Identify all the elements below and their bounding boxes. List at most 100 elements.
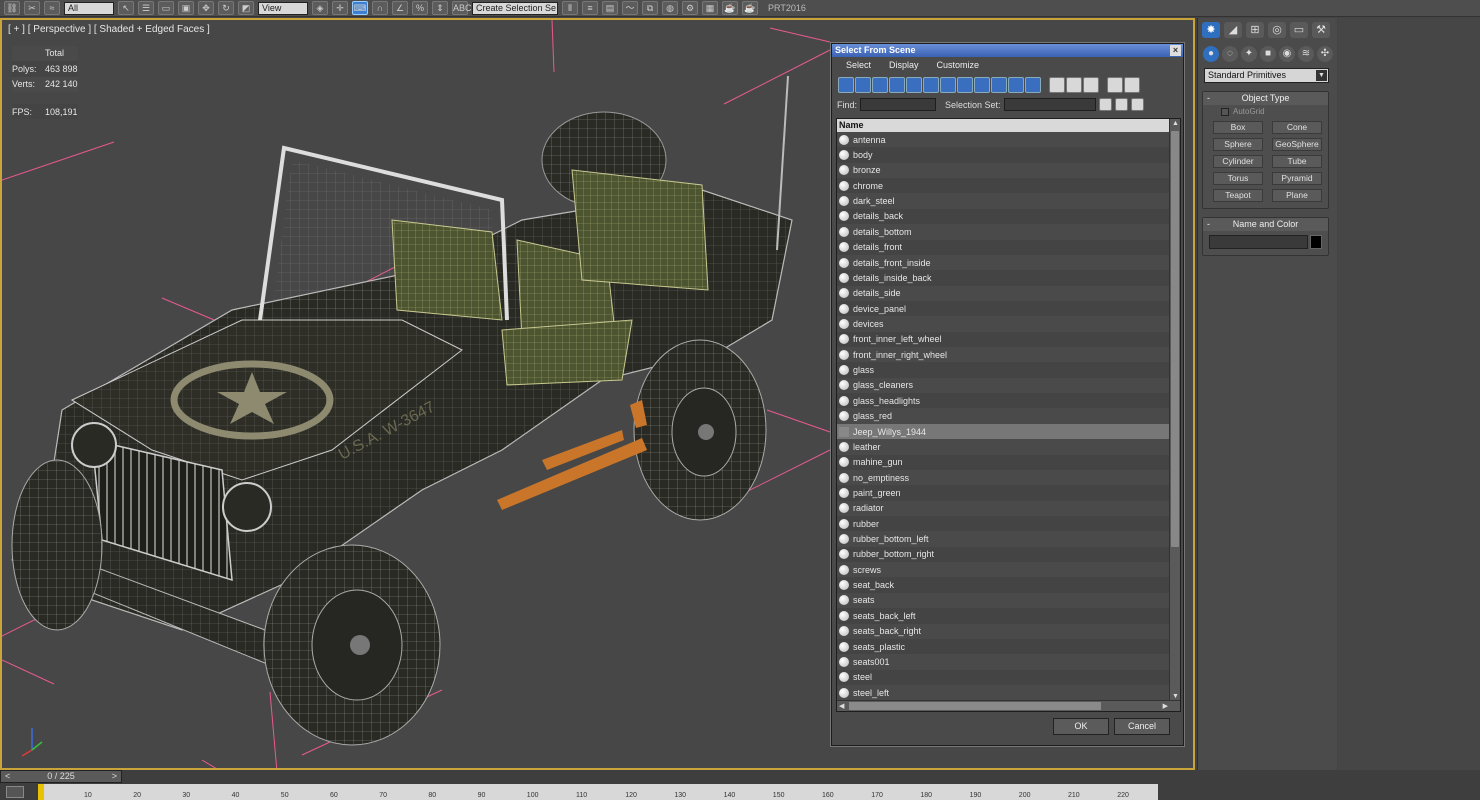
material-editor-icon[interactable]: ◍: [662, 1, 678, 15]
torus-button[interactable]: Torus: [1213, 172, 1263, 185]
time-slider-playhead[interactable]: [38, 784, 44, 800]
list-item[interactable]: seats_plastic: [837, 638, 1170, 655]
window-crossing-icon[interactable]: ▣: [178, 1, 194, 15]
layer-explorer-icon[interactable]: ▤: [602, 1, 618, 15]
pyramid-button[interactable]: Pyramid: [1272, 172, 1322, 185]
cylinder-button[interactable]: Cylinder: [1213, 155, 1263, 168]
menu-display[interactable]: Display: [889, 60, 919, 75]
time-slider[interactable]: < 0 / 225 >: [0, 770, 122, 783]
motion-tab-icon[interactable]: ◎: [1268, 22, 1286, 38]
list-item[interactable]: seats_back_left: [837, 608, 1170, 624]
list-item[interactable]: rubber_bottom_left: [837, 531, 1170, 547]
list-item[interactable]: steel_left: [837, 684, 1170, 701]
snaps-toggle-icon[interactable]: ∩: [372, 1, 388, 15]
list-item[interactable]: bronze: [837, 162, 1170, 179]
hidden-filter-icon[interactable]: [1025, 77, 1041, 93]
autogrid-checkbox[interactable]: AutoGrid: [1203, 105, 1328, 119]
shapes-category-icon[interactable]: ◌: [1222, 46, 1238, 62]
scroll-up-icon[interactable]: ▲: [1172, 120, 1179, 127]
scroll-down-icon[interactable]: ▼: [1172, 693, 1179, 700]
vertical-scroll-thumb[interactable]: [1171, 131, 1179, 547]
bones-filter-icon[interactable]: [974, 77, 990, 93]
time-slider-next-icon[interactable]: >: [112, 771, 117, 782]
render-production-icon[interactable]: ☕: [722, 1, 738, 15]
list-item[interactable]: Jeep_Willys_1944: [837, 423, 1170, 440]
key-filters-icon[interactable]: [6, 786, 24, 798]
list-item[interactable]: seats001: [837, 654, 1170, 670]
spacewarps-filter-icon[interactable]: [923, 77, 939, 93]
cameras-filter-icon[interactable]: [889, 77, 905, 93]
display-tab-icon[interactable]: ▭: [1290, 22, 1308, 38]
list-item[interactable]: antenna: [837, 132, 1170, 148]
list-item[interactable]: mahine_gun: [837, 454, 1170, 470]
list-item[interactable]: paint_green: [837, 485, 1170, 501]
list-item[interactable]: details_back: [837, 208, 1170, 225]
move-icon[interactable]: ✥: [198, 1, 214, 15]
unlink-icon[interactable]: ✂: [24, 1, 40, 15]
reference-coordinate-dropdown[interactable]: View: [258, 1, 308, 15]
shapes-filter-icon[interactable]: [855, 77, 871, 93]
scroll-right-icon[interactable]: ▶: [1163, 702, 1168, 710]
list-item[interactable]: glass_red: [837, 408, 1170, 424]
tube-button[interactable]: Tube: [1272, 155, 1322, 168]
column-header-name[interactable]: Name: [837, 119, 1170, 132]
list-item[interactable]: front_inner_left_wheel: [837, 331, 1170, 348]
link-icon[interactable]: ⛓: [4, 1, 20, 15]
list-item[interactable]: devices: [837, 316, 1170, 332]
select-none-icon[interactable]: [1066, 77, 1082, 93]
object-color-swatch[interactable]: [1310, 235, 1322, 249]
helpers-category-icon[interactable]: ◉: [1279, 46, 1295, 62]
keyboard-shortcut-override-icon[interactable]: ⌨: [352, 1, 368, 15]
named-selection-set-dropdown[interactable]: Create Selection Se: [472, 1, 558, 15]
box-button[interactable]: Box: [1213, 121, 1263, 134]
rendered-frame-window-icon[interactable]: ▦: [702, 1, 718, 15]
cone-button[interactable]: Cone: [1272, 121, 1322, 134]
name-and-color-header[interactable]: - Name and Color: [1203, 218, 1328, 231]
cameras-category-icon[interactable]: ■: [1260, 46, 1276, 62]
list-item[interactable]: seats: [837, 592, 1170, 609]
percent-snap-icon[interactable]: %: [412, 1, 428, 15]
lights-filter-icon[interactable]: [872, 77, 888, 93]
lights-category-icon[interactable]: ✦: [1241, 46, 1257, 62]
filter-options-icon[interactable]: [1124, 77, 1140, 93]
list-item[interactable]: screws: [837, 562, 1170, 578]
hierarchy-tab-icon[interactable]: ⊞: [1246, 22, 1264, 38]
menu-select[interactable]: Select: [846, 60, 871, 75]
primitive-type-dropdown[interactable]: Standard Primitives ▼: [1204, 68, 1329, 83]
list-item[interactable]: leather: [837, 439, 1170, 455]
mirror-icon[interactable]: ⫴: [562, 1, 578, 15]
groups-filter-icon[interactable]: [940, 77, 956, 93]
list-item[interactable]: seat_back: [837, 577, 1170, 593]
edit-named-selection-icon[interactable]: ABC: [452, 1, 472, 15]
list-item[interactable]: front_inner_right_wheel: [837, 347, 1170, 363]
list-item[interactable]: body: [837, 147, 1170, 163]
list-item[interactable]: chrome: [837, 178, 1170, 194]
list-item[interactable]: details_side: [837, 285, 1170, 301]
helpers-filter-icon[interactable]: [906, 77, 922, 93]
list-item[interactable]: radiator: [837, 500, 1170, 516]
scale-icon[interactable]: ◩: [238, 1, 254, 15]
render-setup-icon[interactable]: ⚙: [682, 1, 698, 15]
track-bar[interactable]: 10 20 30 40 50 60 70 80 90 100 110 120 130 140 150 160 1…: [38, 784, 1158, 800]
plane-button[interactable]: Plane: [1272, 189, 1322, 202]
geosphere-button[interactable]: GeoSphere: [1272, 138, 1322, 151]
time-slider-prev-icon[interactable]: <: [5, 771, 10, 782]
systems-category-icon[interactable]: ✣: [1317, 46, 1333, 62]
close-icon[interactable]: ×: [1170, 45, 1181, 56]
schematic-view-icon[interactable]: ⧉: [642, 1, 658, 15]
spinner-snap-icon[interactable]: ⇕: [432, 1, 448, 15]
select-all-icon[interactable]: [1049, 77, 1065, 93]
scroll-left-icon[interactable]: ◀: [839, 702, 844, 710]
align-icon[interactable]: ≡: [582, 1, 598, 15]
modify-tab-icon[interactable]: ◢: [1224, 22, 1242, 38]
horizontal-scroll-thumb[interactable]: [849, 702, 1101, 710]
remove-from-set-icon[interactable]: [1130, 98, 1144, 111]
dialog-title-bar[interactable]: Select From Scene ×: [832, 44, 1183, 57]
sphere-button[interactable]: Sphere: [1213, 138, 1263, 151]
list-item[interactable]: seats_back_right: [837, 623, 1170, 639]
utilities-tab-icon[interactable]: ⚒: [1312, 22, 1330, 38]
select-object-icon[interactable]: ↖: [118, 1, 134, 15]
vertical-scrollbar[interactable]: ▲ ▼: [1169, 119, 1180, 701]
teapot-button[interactable]: Teapot: [1213, 189, 1263, 202]
filter-icon[interactable]: [1107, 77, 1123, 93]
